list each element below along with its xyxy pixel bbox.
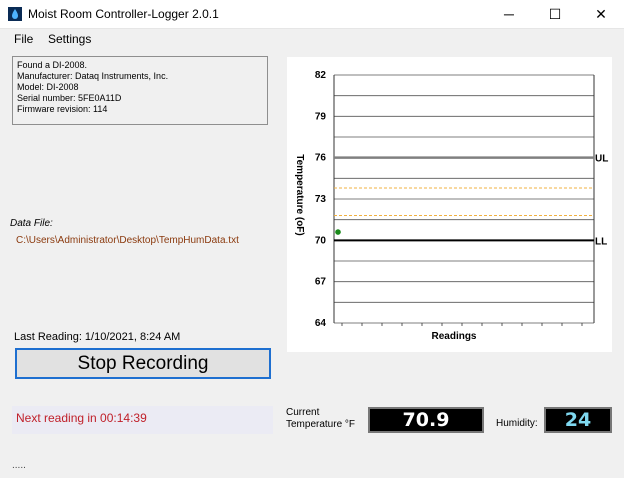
device-info-line: Found a DI-2008.: [17, 60, 88, 70]
current-temperature-display: 70.9: [368, 407, 484, 433]
device-info-line: Model: DI-2008: [17, 82, 79, 92]
device-info-line: Firmware revision: 114: [17, 104, 108, 114]
y-tick-label: 79: [315, 111, 327, 122]
status-dots: .....: [12, 460, 26, 471]
menu-file[interactable]: File: [14, 32, 33, 46]
maximize-icon: ☐: [548, 5, 562, 22]
y-tick-label: 76: [315, 153, 327, 164]
data-point: [335, 229, 341, 235]
y-tick-label: 73: [315, 194, 327, 205]
y-axis-label: Temperature (oF): [294, 154, 305, 236]
y-tick-label: 82: [315, 70, 327, 81]
next-reading-countdown: Next reading in 00:14:39: [12, 406, 273, 434]
humidity-label: Humidity:: [496, 418, 538, 429]
current-temperature-label-line1: Current: [286, 407, 320, 418]
current-temperature-label-line2: Temperature °F: [286, 419, 356, 430]
close-icon: ✕: [595, 5, 607, 22]
last-reading: Last Reading: 1/10/2021, 8:24 AM: [14, 331, 181, 343]
data-file-path: C:\Users\Administrator\Desktop\TempHumDa…: [16, 235, 239, 246]
upper-limit-label: UL: [595, 154, 608, 165]
minimize-button[interactable]: ─: [486, 0, 532, 28]
humidity-display: 24: [544, 407, 612, 433]
device-info-line: Manufacturer: Dataq Instruments, Inc.: [17, 71, 169, 81]
menu-settings[interactable]: Settings: [48, 32, 91, 46]
data-file-label: Data File:: [10, 218, 53, 229]
chart-svg: UL LL 82 79 76 73 70 67 64 Readings Temperature (o…: [294, 70, 608, 342]
stop-recording-button[interactable]: Stop Recording: [15, 348, 271, 379]
close-button[interactable]: ✕: [578, 0, 624, 28]
device-info-box: Found a DI-2008. Manufacturer: Dataq Ins…: [12, 56, 268, 125]
menu-bar: File Settings: [0, 29, 624, 49]
device-info-line: Serial number: 5FE0A11D: [17, 93, 122, 103]
temperature-chart: UL LL 82 79 76 73 70 67 64 Readings Temperature (o…: [287, 57, 612, 352]
x-axis-label: Readings: [431, 331, 476, 342]
title-bar: Moist Room Controller-Logger 2.0.1 ─ ☐ ✕: [0, 0, 624, 29]
water-drop-icon: [8, 7, 22, 21]
y-tick-label: 64: [315, 318, 327, 329]
minimize-icon: ─: [504, 6, 514, 22]
window-title: Moist Room Controller-Logger 2.0.1: [28, 7, 219, 21]
maximize-button[interactable]: ☐: [532, 0, 578, 28]
current-temperature-label: Current Temperature °F: [286, 407, 355, 431]
lower-limit-label: LL: [595, 236, 607, 247]
y-tick-label: 67: [315, 277, 327, 288]
y-tick-label: 70: [315, 235, 327, 246]
